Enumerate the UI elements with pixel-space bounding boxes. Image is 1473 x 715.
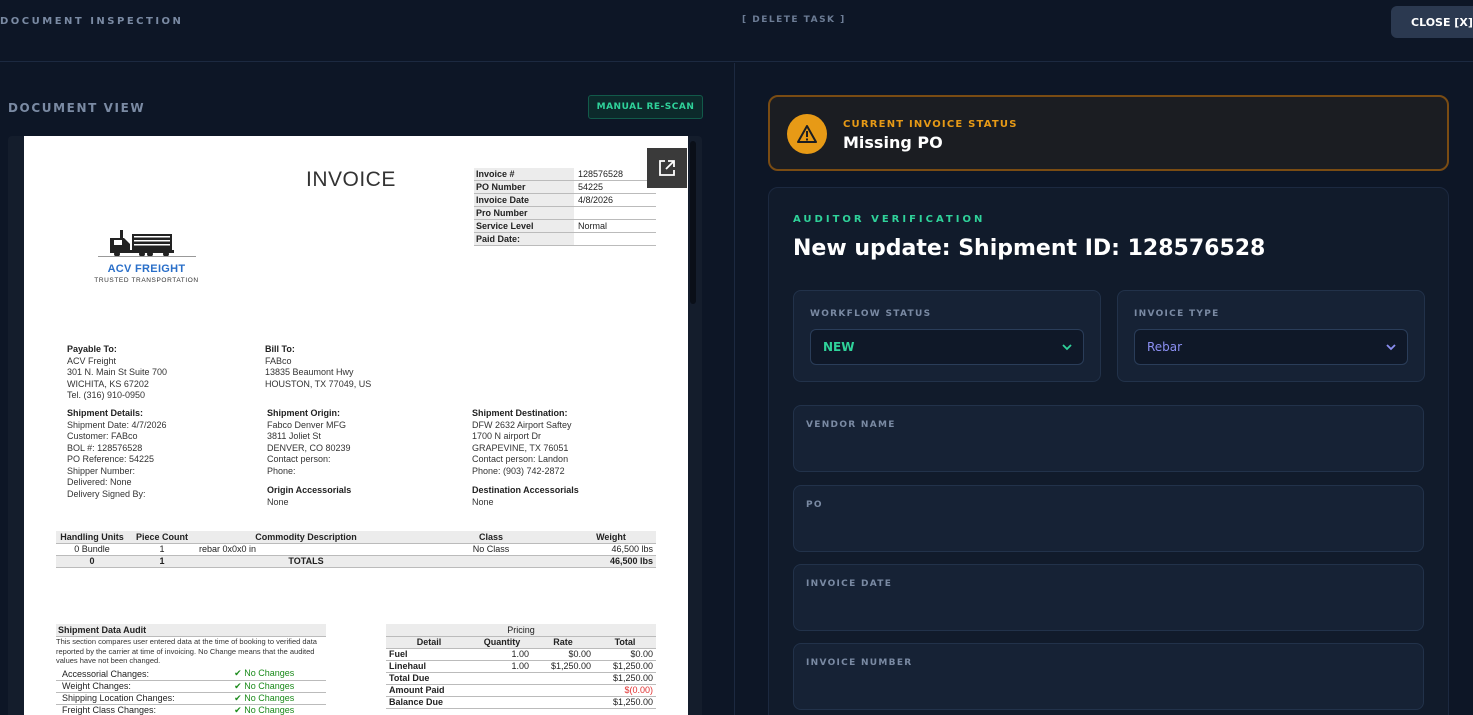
invoice-date-field[interactable]: INVOICE DATE (793, 564, 1424, 631)
destination-accessorials-block: Destination Accessorials None (472, 485, 579, 507)
table-row: Shipping Location Changes: ✔ No Changes (56, 692, 326, 705)
status-label: CURRENT INVOICE STATUS (843, 119, 1018, 130)
po-field[interactable]: PO (793, 485, 1424, 552)
chevron-down-icon (1386, 344, 1396, 351)
vendor-name-label: VENDOR NAME (806, 420, 896, 430)
open-external-button[interactable] (647, 148, 687, 188)
invoice-meta-table: Invoice #128576528 PO Number 54225 Invoic… (474, 168, 656, 246)
page-title: DOCUMENT INSPECTION (0, 16, 184, 27)
shipment-destination-block: Shipment Destination: DFW 2632 Airport S… (472, 408, 572, 476)
bill-to-block: Bill To: FABco 13835 Beaumont Hwy HOUSTO… (265, 344, 372, 389)
invoice-document: INVOICE Invoice #128576528 PO Number 5422… (24, 136, 688, 715)
invoice-number-field[interactable]: INVOICE NUMBER (793, 643, 1424, 710)
chevron-down-icon (1062, 344, 1072, 351)
logo-tagline: TRUSTED TRANSPORTATION (94, 277, 199, 284)
invoice-type-select[interactable]: Rebar (1134, 329, 1408, 365)
invoice-title: INVOICE (306, 168, 396, 191)
table-row: Weight Changes: ✔ No Changes (56, 680, 326, 693)
payable-to-block: Payable To: ACV Freight 301 N. Main St S… (67, 344, 168, 400)
audit-title: Shipment Data Audit (56, 624, 326, 637)
shipment-origin-block: Shipment Origin: Fabco Denver MFG 3811 J… (267, 408, 351, 476)
workflow-status-label: WORKFLOW STATUS (810, 309, 932, 319)
table-row: 0 Bundle 1 rebar 0x0x0 in No Class 46,50… (56, 543, 656, 556)
workflow-status-select[interactable]: NEW (810, 329, 1084, 365)
invoice-type-value: Rebar (1147, 340, 1183, 354)
pricing-table: Pricing Detail Quantity Rate Total Fuel 1… (386, 624, 656, 709)
table-row: Balance Due $1,250.00 (386, 696, 656, 709)
external-link-icon (659, 160, 675, 176)
table-row: Total Due $1,250.00 (386, 672, 656, 685)
audit-table: Accessorial Changes: ✔ No Changes Weight … (56, 668, 326, 715)
totals-row: 0 1 TOTALS 46,500 lbs (56, 555, 656, 568)
workflow-status-box: WORKFLOW STATUS NEW (793, 290, 1101, 382)
top-bar: DOCUMENT INSPECTION [ DELETE TASK ] CLOS… (0, 0, 1473, 62)
po-label: PO (806, 500, 823, 510)
status-value: Missing PO (843, 133, 943, 152)
audit-description: This section compares user entered data … (56, 637, 317, 665)
invoice-type-box: INVOICE TYPE Rebar (1117, 290, 1425, 382)
company-logo: ACV FREIGHT TRUSTED TRANSPORTATION (84, 226, 209, 284)
shipment-update-title: New update: Shipment ID: 128576528 (793, 236, 1266, 261)
table-row: Amount Paid $(0.00) (386, 684, 656, 697)
document-view-label: DOCUMENT VIEW (8, 101, 146, 115)
warning-icon (787, 114, 827, 154)
invoice-date-label: INVOICE DATE (806, 579, 893, 589)
table-row: Fuel 1.00 $0.00 $0.00 (386, 648, 656, 661)
workflow-status-value: NEW (823, 340, 855, 354)
auditor-verification-card: AUDITOR VERIFICATION New update: Shipmen… (768, 187, 1449, 715)
close-button[interactable]: CLOSE [X] (1391, 6, 1473, 38)
auditor-verification-label: AUDITOR VERIFICATION (793, 214, 986, 225)
shipment-details-block: Shipment Details: Shipment Date: 4/7/202… (67, 408, 167, 499)
vendor-name-field[interactable]: VENDOR NAME (793, 405, 1424, 472)
table-row: Accessorial Changes: ✔ No Changes (56, 668, 326, 681)
table-row: Freight Class Changes: ✔ No Changes (56, 704, 326, 715)
logo-name: ACV FREIGHT (107, 263, 186, 275)
commodity-table: Handling Units Piece Count Commodity Des… (56, 531, 656, 568)
invoice-status-card: CURRENT INVOICE STATUS Missing PO (768, 95, 1449, 171)
invoice-type-label: INVOICE TYPE (1134, 309, 1220, 319)
origin-accessorials-block: Origin Accessorials None (267, 485, 352, 507)
viewer-scrollbar[interactable] (690, 141, 696, 304)
delete-task-button[interactable]: [ DELETE TASK ] (742, 15, 846, 25)
manual-rescan-button[interactable]: MANUAL RE-SCAN (588, 95, 703, 119)
truck-icon (98, 230, 196, 257)
invoice-number-label: INVOICE NUMBER (806, 658, 913, 668)
table-row: Linehaul 1.00 $1,250.00 $1,250.00 (386, 660, 656, 673)
